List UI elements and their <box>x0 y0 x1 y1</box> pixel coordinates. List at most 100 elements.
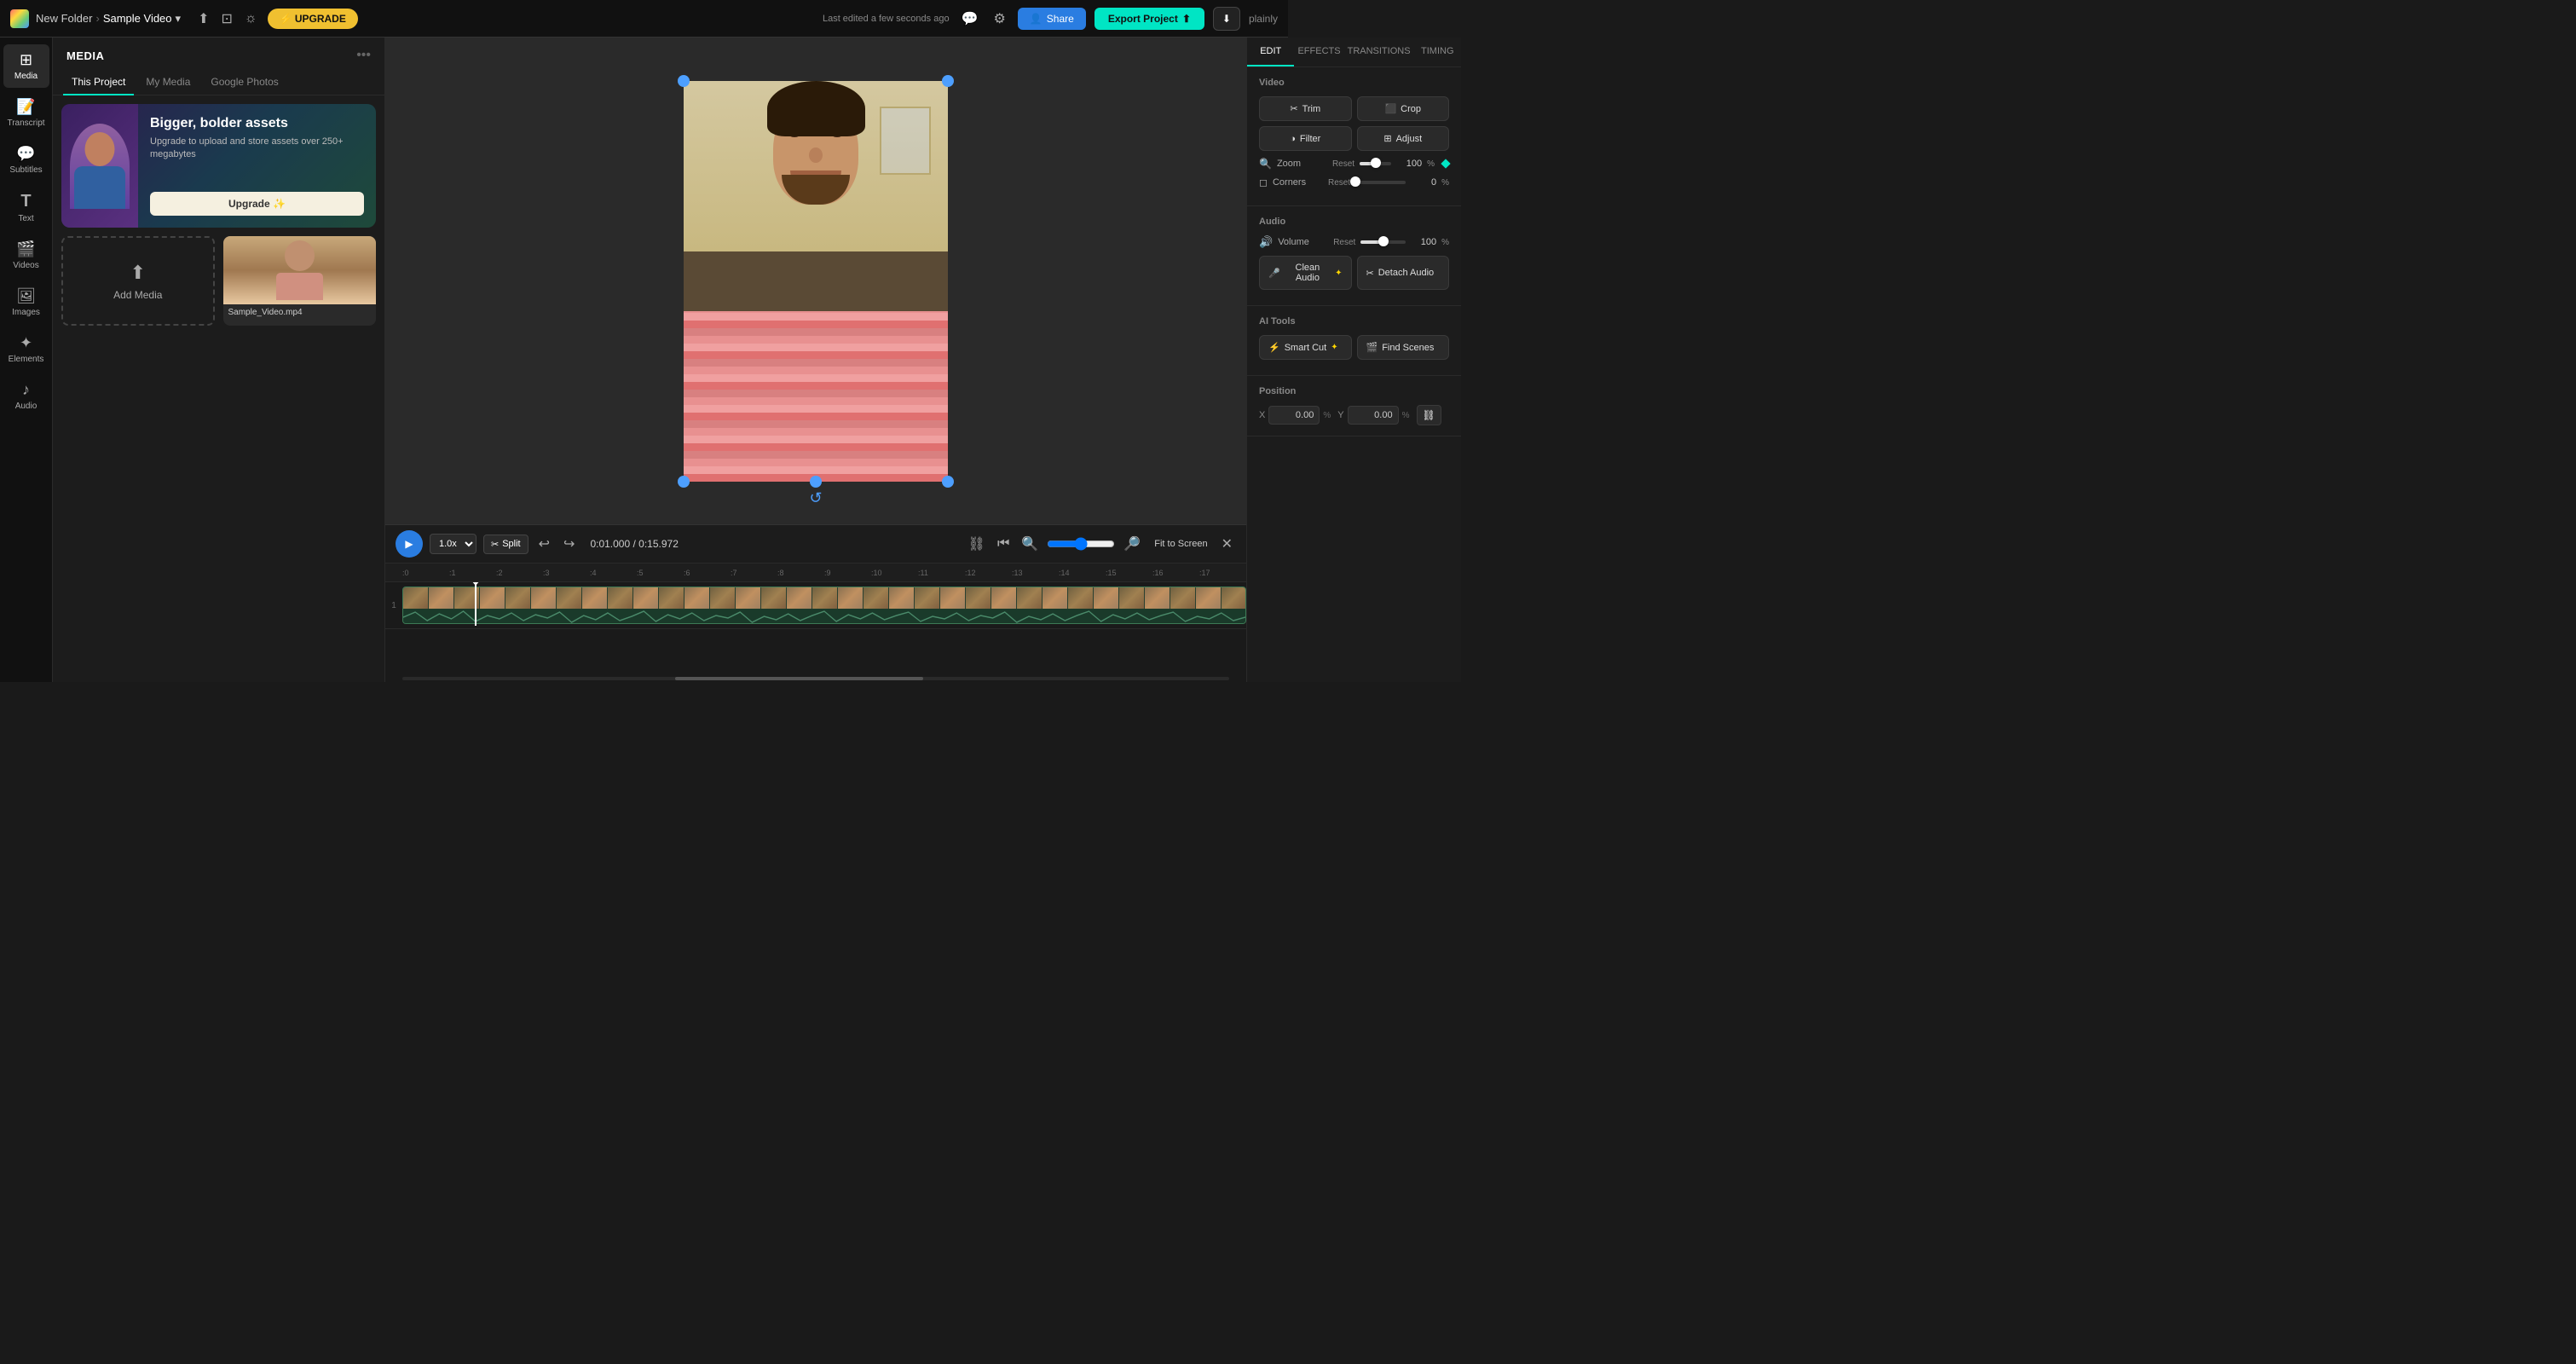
position-title: Position <box>1259 386 1449 396</box>
x-value[interactable]: 0.00 <box>1268 406 1320 425</box>
trim-button[interactable]: ✂ Trim <box>1259 96 1352 121</box>
monitor-icon-btn[interactable]: ⊡ <box>217 7 235 31</box>
share-button[interactable]: 👤 Share <box>1018 8 1086 30</box>
ruler-marks: :0 :1 :2 :3 :4 :5 :6 :7 :8 :9 :10 :11 :1… <box>402 569 1246 577</box>
hair <box>767 81 865 136</box>
download-button[interactable]: ⬇ <box>1213 7 1240 31</box>
handle-top-left[interactable] <box>678 75 690 87</box>
zoom-reset[interactable]: Reset <box>1332 159 1354 169</box>
filter-button[interactable]: ◑ Filter <box>1259 126 1352 151</box>
corners-label: Corners <box>1273 177 1320 188</box>
zoom-out-btn[interactable]: 🔍 <box>1018 532 1042 556</box>
person-container <box>684 81 948 482</box>
zoom-in-btn[interactable]: 🔎 <box>1120 532 1144 556</box>
frame-16 <box>812 587 838 609</box>
export-button[interactable]: Export Project ⬆ <box>1095 8 1204 30</box>
subtitles-icon: 💬 <box>16 145 35 163</box>
sidebar-item-images[interactable]: 🖼 Images <box>3 280 49 324</box>
sidebar-label-elements: Elements <box>9 355 44 364</box>
play-button[interactable]: ▶ <box>396 530 423 558</box>
smart-cut-button[interactable]: ⚡ Smart Cut ✦ <box>1259 335 1352 360</box>
position-link-icon[interactable]: ⛓ <box>1417 405 1441 425</box>
audio-wave <box>403 609 1245 624</box>
zoom-diamond-icon[interactable] <box>1442 158 1449 170</box>
volume-slider-thumb[interactable] <box>1378 236 1389 246</box>
tab-effects[interactable]: EFFECTS <box>1294 38 1343 66</box>
ruler-mark-17: :17 <box>1199 569 1246 577</box>
volume-reset[interactable]: Reset <box>1333 238 1355 247</box>
detach-audio-button[interactable]: ✂ Detach Audio <box>1357 256 1450 290</box>
find-scenes-button[interactable]: 🎬 Find Scenes <box>1357 335 1450 360</box>
video-thumbnail[interactable]: Sample_Video.mp4 <box>223 236 377 326</box>
shirt-stripes <box>684 311 948 482</box>
tab-edit[interactable]: EDIT <box>1247 38 1294 66</box>
split-button[interactable]: ✂ Split <box>483 535 528 554</box>
tab-this-project[interactable]: This Project <box>63 70 134 95</box>
frame-24 <box>1017 587 1043 609</box>
user-label: plainly <box>1249 13 1278 25</box>
y-value[interactable]: 0.00 <box>1348 406 1399 425</box>
frame-27 <box>1094 587 1119 609</box>
upgrade-button[interactable]: ⚡ UPGRADE <box>268 9 358 29</box>
sidebar-item-transcript[interactable]: 📝 Transcript <box>3 91 49 135</box>
track-content[interactable] <box>402 585 1246 626</box>
playhead[interactable] <box>475 585 477 626</box>
sidebar-item-elements[interactable]: ✦ Elements <box>3 327 49 371</box>
timeline-scrollbar[interactable] <box>402 677 1229 680</box>
tab-google-photos[interactable]: Google Photos <box>202 70 286 95</box>
speed-selector[interactable]: 1.0x 0.5x 1.5x 2.0x <box>430 534 477 554</box>
volume-value: 100 <box>1411 237 1436 247</box>
undo-button[interactable]: ↩ <box>535 532 553 556</box>
timeline-tracks: 1 <box>385 582 1246 675</box>
volume-slider-track[interactable] <box>1360 240 1406 244</box>
handle-bottom-mid[interactable] <box>810 476 822 488</box>
breadcrumb-chevron[interactable]: ▾ <box>176 12 182 26</box>
breadcrumb-folder[interactable]: New Folder <box>36 12 92 25</box>
corners-reset[interactable]: Reset <box>1328 178 1350 188</box>
video-frame-container[interactable]: ↺ <box>684 81 948 482</box>
tab-transitions[interactable]: TRANSITIONS <box>1344 38 1414 66</box>
more-options-icon[interactable]: ••• <box>356 48 371 63</box>
fit-screen-button[interactable]: Fit to Screen <box>1149 536 1212 552</box>
comment-icon-btn[interactable]: 💬 <box>958 7 982 31</box>
corners-slider-track[interactable] <box>1355 181 1406 184</box>
sidebar-item-subtitles[interactable]: 💬 Subtitles <box>3 138 49 182</box>
link-tracks-btn[interactable]: ⛓ <box>965 532 989 556</box>
sidebar-item-media[interactable]: ⊞ Media <box>3 44 49 88</box>
skip-start-btn[interactable]: ⏮ <box>994 533 1013 555</box>
sidebar-item-videos[interactable]: 🎬 Videos <box>3 234 49 277</box>
timeline-zoom-slider[interactable] <box>1047 537 1115 551</box>
clean-audio-button[interactable]: 🎤 Clean Audio ✦ <box>1259 256 1352 290</box>
canvas-viewport: ↺ <box>385 38 1246 524</box>
volume-row: 🔊 Volume Reset 100 % <box>1259 235 1449 249</box>
adjust-button[interactable]: ⊞ Adjust <box>1357 126 1450 151</box>
video-track[interactable] <box>402 587 1246 624</box>
handle-bottom-left[interactable] <box>678 476 690 488</box>
frame-20 <box>915 587 940 609</box>
breadcrumb-project[interactable]: Sample Video <box>103 12 172 25</box>
brightness-icon-btn[interactable]: ☼ <box>241 8 261 30</box>
tab-my-media[interactable]: My Media <box>137 70 199 95</box>
corners-slider-thumb[interactable] <box>1350 176 1360 187</box>
redo-button[interactable]: ↪ <box>560 532 578 556</box>
video-thumb-image <box>223 236 377 304</box>
frame-12 <box>710 587 736 609</box>
timeline-scrollbar-thumb[interactable] <box>675 677 923 680</box>
close-timeline-btn[interactable]: ✕ <box>1218 532 1236 556</box>
upgrade-banner-button[interactable]: Upgrade ✨ <box>150 192 364 216</box>
add-media-button[interactable]: ⬆ Add Media <box>61 236 215 326</box>
sidebar-label-images: Images <box>12 308 40 317</box>
tab-timing[interactable]: TIMING <box>1414 38 1461 66</box>
frame-4 <box>505 587 531 609</box>
handle-bottom-right[interactable] <box>942 476 954 488</box>
upload-icon-btn[interactable]: ⬆ <box>194 7 212 31</box>
zoom-slider-thumb[interactable] <box>1371 158 1381 168</box>
sidebar-item-audio[interactable]: ♪ Audio <box>3 374 49 418</box>
crop-button[interactable]: ⬛ Crop <box>1357 96 1450 121</box>
zoom-slider-track[interactable] <box>1360 162 1391 165</box>
rotate-handle[interactable]: ↺ <box>809 489 822 507</box>
zoom-icon: 🔍 <box>1259 158 1272 170</box>
settings-icon-btn[interactable]: ⚙ <box>990 7 1008 31</box>
handle-top-right[interactable] <box>942 75 954 87</box>
sidebar-item-text[interactable]: T Text <box>3 185 49 230</box>
